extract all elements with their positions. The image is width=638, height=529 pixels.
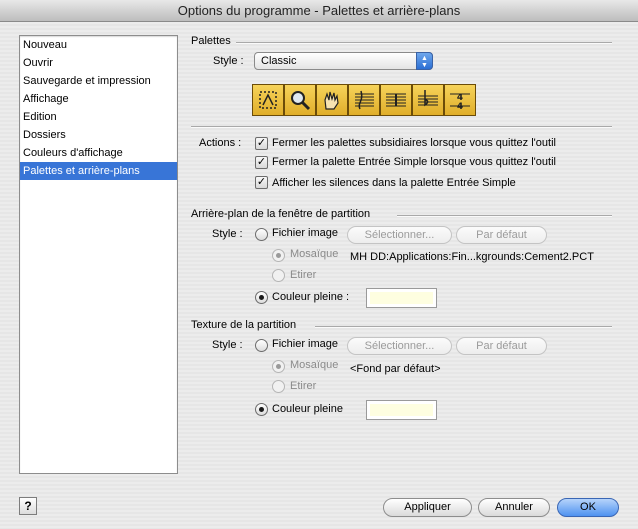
background-color-fill — [370, 292, 433, 304]
background-section-title: Arrière-plan de la fenêtre de partition — [191, 208, 371, 220]
cancel-button[interactable]: Annuler — [478, 498, 550, 517]
selection-hand-tool-icon — [316, 84, 348, 116]
background-tile-radio[interactable] — [272, 249, 285, 262]
background-solid-label: Couleur pleine : — [272, 291, 350, 303]
background-image-radio[interactable] — [255, 228, 268, 241]
background-select-button[interactable]: Sélectionner... — [347, 226, 452, 244]
window-title: Options du programme - Palettes et arriè… — [0, 0, 638, 22]
texture-style-label: Style : — [212, 339, 243, 351]
sidebar-item-palettes[interactable]: Palettes et arrière-plans — [20, 162, 177, 180]
texture-tile-label: Mosaïque — [290, 359, 339, 371]
close-subpalettes-label: Fermer les palettes subsidiaires lorsque… — [272, 137, 556, 149]
background-style-label: Style : — [212, 228, 243, 240]
texture-stretch-radio[interactable] — [272, 380, 285, 393]
sidebar-item-ouvrir[interactable]: Ouvrir — [20, 54, 177, 72]
hand-grabber-tool-icon — [252, 84, 284, 116]
actions-divider — [191, 126, 612, 128]
close-simple-entry-label: Fermer la palette Entrée Simple lorsque … — [272, 156, 556, 168]
palette-style-value: Classic — [261, 55, 297, 67]
texture-solid-label: Couleur pleine — [272, 403, 343, 415]
measure-tool-icon — [380, 84, 412, 116]
texture-select-button[interactable]: Sélectionner... — [347, 337, 452, 355]
background-image-path: MH DD:Applications:Fin...kgrounds:Cement… — [350, 251, 594, 263]
background-image-label: Fichier image — [272, 227, 339, 239]
zoom-tool-icon — [284, 84, 316, 116]
texture-color-fill — [370, 404, 433, 416]
popup-arrows-icon: ▲ ▼ — [416, 52, 433, 70]
texture-divider — [315, 326, 612, 328]
close-simple-entry-checkbox[interactable]: ✓ — [255, 156, 268, 169]
texture-image-radio[interactable] — [255, 339, 268, 352]
staff-tool-icon — [348, 84, 380, 116]
sidebar-item-nouveau[interactable]: Nouveau — [20, 36, 177, 54]
texture-image-label: Fichier image — [272, 338, 339, 350]
time-signature-tool-icon: 44 — [444, 84, 476, 116]
category-list[interactable]: Nouveau Ouvrir Sauvegarde et impression … — [19, 35, 178, 474]
help-button[interactable]: ? — [19, 497, 37, 515]
sidebar-item-dossiers[interactable]: Dossiers — [20, 126, 177, 144]
palettes-divider — [236, 42, 612, 44]
key-signature-tool-icon — [412, 84, 444, 116]
texture-stretch-label: Etirer — [290, 380, 317, 392]
show-rests-label: Afficher les silences dans la palette En… — [272, 177, 516, 189]
texture-color-swatch[interactable] — [366, 400, 437, 420]
background-divider — [397, 215, 612, 217]
sidebar-item-sauvegarde[interactable]: Sauvegarde et impression — [20, 72, 177, 90]
palette-style-popup[interactable]: Classic ▲ ▼ — [254, 52, 433, 70]
texture-tile-radio[interactable] — [272, 360, 285, 373]
background-color-swatch[interactable] — [366, 288, 437, 308]
texture-default-button[interactable]: Par défaut — [456, 337, 547, 355]
palettes-section-title: Palettes — [191, 35, 231, 47]
palette-style-label: Style : — [213, 55, 244, 67]
sidebar-item-affichage[interactable]: Affichage — [20, 90, 177, 108]
sidebar-item-edition[interactable]: Edition — [20, 108, 177, 126]
svg-text:4: 4 — [457, 102, 463, 112]
texture-solid-radio[interactable] — [255, 403, 268, 416]
background-default-button[interactable]: Par défaut — [456, 226, 547, 244]
close-subpalettes-checkbox[interactable]: ✓ — [255, 137, 268, 150]
apply-button[interactable]: Appliquer — [383, 498, 472, 517]
background-solid-radio[interactable] — [255, 291, 268, 304]
background-stretch-label: Etirer — [290, 269, 317, 281]
sidebar-item-couleurs[interactable]: Couleurs d'affichage — [20, 144, 177, 162]
palette-preview: 44 — [252, 84, 476, 116]
texture-image-path: <Fond par défaut> — [350, 363, 441, 375]
ok-button[interactable]: OK — [557, 498, 619, 517]
background-stretch-radio[interactable] — [272, 269, 285, 282]
background-tile-label: Mosaïque — [290, 248, 339, 260]
show-rests-checkbox[interactable]: ✓ — [255, 176, 268, 189]
actions-label: Actions : — [199, 137, 242, 149]
texture-section-title: Texture de la partition — [191, 319, 297, 331]
